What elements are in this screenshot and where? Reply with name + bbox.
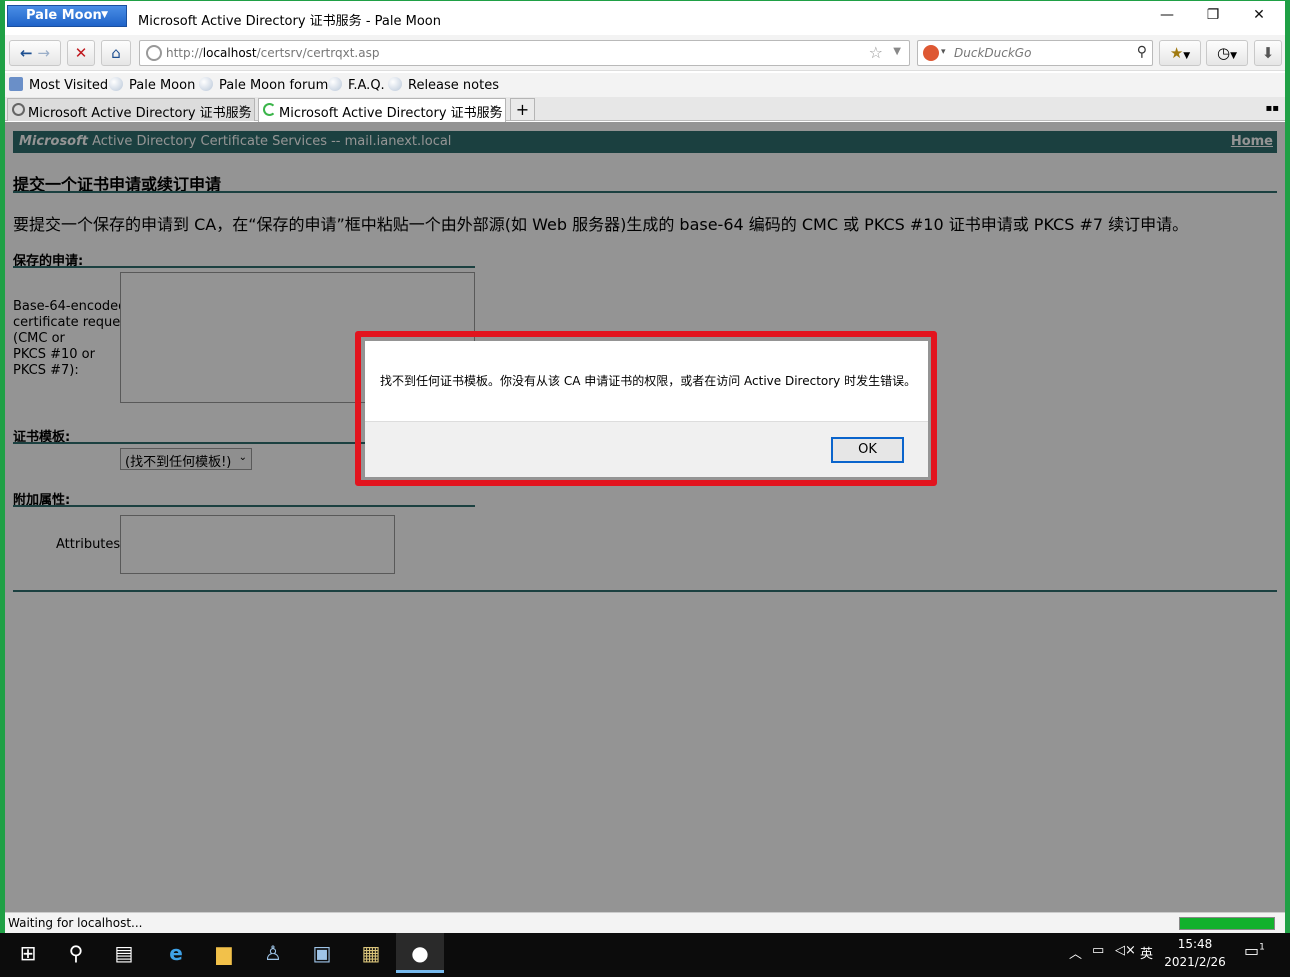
chevron-down-icon: ▼	[1230, 51, 1237, 61]
pale-moon-icon	[328, 77, 342, 91]
navigation-toolbar: ← → ✕ ⌂ http://localhost/certsrv/certrqx…	[5, 35, 1285, 71]
task-view-icon: ▤	[114, 941, 134, 965]
duckduckgo-icon[interactable]	[923, 45, 939, 61]
bookmarks-icon: ★	[1169, 44, 1184, 62]
file-explorer-button[interactable]: ▆	[200, 933, 248, 973]
alert-dialog: 找不到任何证书模板。你没有从该 CA 申请证书的权限，或者在访问 Active …	[365, 341, 928, 477]
bookmarks-toolbar: Most Visited Pale Moon Pale Moon forum F…	[5, 73, 1285, 97]
back-icon[interactable]: ←	[20, 44, 33, 62]
modal-overlay	[5, 122, 1285, 912]
network-icon: ♙	[264, 941, 282, 965]
clock-date: 2021/2/26	[1164, 955, 1226, 969]
back-forward-group: ← →	[9, 40, 61, 66]
internet-explorer-icon: e	[169, 941, 183, 965]
downloads-button[interactable]: ⬇	[1254, 40, 1282, 66]
home-button[interactable]: ⌂	[101, 40, 131, 66]
loading-spinner-icon	[263, 103, 276, 116]
globe-icon	[146, 45, 162, 61]
status-text: Waiting for localhost...	[8, 916, 143, 930]
pale-moon-icon	[199, 77, 213, 91]
pale-moon-icon: ●	[411, 941, 429, 965]
app-menu-button[interactable]: Pale Moon ▼	[7, 5, 127, 27]
clock-time: 15:48	[1177, 937, 1213, 951]
chevron-down-icon: ▼	[1183, 51, 1191, 61]
page-load-progress	[1179, 917, 1275, 930]
ok-button[interactable]: OK	[831, 437, 904, 463]
tab-label: Microsoft Active Directory 证书服务	[28, 106, 252, 121]
close-tab-icon[interactable]: ✕	[238, 102, 248, 116]
certification-authority-button[interactable]: ▣	[298, 933, 346, 973]
bookmark-most-visited[interactable]: Most Visited	[9, 77, 108, 93]
dialog-footer: OK	[365, 421, 928, 477]
tools-icon: ▦	[361, 941, 381, 965]
folder-icon	[9, 77, 23, 91]
restore-button[interactable]: ❐	[1191, 7, 1235, 31]
ime-indicator[interactable]: 英	[1140, 943, 1153, 962]
tab-certsrv-2[interactable]: Microsoft Active Directory 证书服务 ✕	[258, 98, 506, 122]
notification-center-icon[interactable]: ▭1	[1244, 941, 1265, 960]
status-bar: Waiting for localhost...	[5, 912, 1285, 933]
pale-moon-taskbar-button[interactable]: ●	[396, 933, 444, 973]
search-icon[interactable]: ⚲	[1137, 44, 1147, 60]
tab-label: Microsoft Active Directory 证书服务	[279, 106, 503, 121]
tab-strip: Microsoft Active Directory 证书服务 ✕ Micros…	[5, 97, 1285, 122]
alert-message: 找不到任何证书模板。你没有从该 CA 申请证书的权限，或者在访问 Active …	[380, 374, 917, 388]
bookmark-star-icon[interactable]: ☆	[869, 43, 883, 62]
stop-button[interactable]: ✕	[67, 40, 95, 66]
progress-fill	[1180, 918, 1274, 929]
chevron-down-icon: ▼	[101, 10, 108, 20]
volume-muted-icon[interactable]: ◁×	[1115, 943, 1136, 958]
close-tab-icon[interactable]: ✕	[489, 102, 499, 116]
close-button[interactable]: ✕	[1237, 7, 1281, 31]
network-status-icon[interactable]: ▭	[1092, 943, 1104, 958]
title-bar: Pale Moon ▼ Microsoft Active Directory 证…	[5, 1, 1285, 35]
internet-explorer-button[interactable]: e	[152, 933, 200, 973]
download-arrow-icon: ⬇	[1261, 44, 1275, 62]
search-bar[interactable]: ▾ DuckDuckGo ⚲	[917, 40, 1153, 66]
forward-icon[interactable]: →	[37, 44, 50, 62]
search-button[interactable]: ⚲	[52, 933, 100, 973]
chevron-down-icon[interactable]: ▾	[941, 47, 946, 57]
bookmark-faq[interactable]: F.A.Q.	[328, 77, 385, 93]
bookmark-pale-moon-forum[interactable]: Pale Moon forum	[199, 77, 328, 93]
app-menu-label: Pale Moon	[26, 8, 102, 23]
search-icon: ⚲	[68, 941, 84, 965]
search-placeholder[interactable]: DuckDuckGo	[954, 46, 1031, 60]
show-hidden-icons[interactable]: ︿	[1069, 943, 1082, 962]
tab-list-icon[interactable]: ▪▪	[1265, 103, 1279, 114]
address-bar[interactable]: http://localhost/certsrv/certrqxt.asp ☆ …	[139, 40, 910, 66]
server-icon: ▣	[312, 941, 332, 965]
windows-logo-icon: ⊞	[19, 941, 37, 965]
bookmark-release-notes[interactable]: Release notes	[388, 77, 499, 93]
new-tab-button[interactable]: +	[510, 98, 535, 121]
globe-icon	[12, 103, 25, 116]
windows-taskbar: ⊞ ⚲ ▤ e ▆ ♙ ▣ ▦ ● ︿ ▭ ◁× 英 15:48 2021/2/…	[0, 933, 1290, 977]
url-text[interactable]: http://localhost/certsrv/certrqxt.asp	[166, 46, 379, 60]
folder-icon: ▆	[216, 941, 232, 965]
pale-moon-icon	[109, 77, 123, 91]
system-clock[interactable]: 15:48 2021/2/26	[1160, 935, 1230, 971]
clock-icon: ◷	[1216, 44, 1231, 62]
bookmarks-button[interactable]: ★▼	[1159, 40, 1201, 66]
task-view-button[interactable]: ▤	[100, 933, 148, 973]
server-manager-button[interactable]: ♙	[249, 933, 297, 973]
url-dropdown-icon[interactable]: ▼	[893, 46, 901, 57]
minimize-button[interactable]: —	[1145, 7, 1189, 31]
window-title: Microsoft Active Directory 证书服务 - Pale M…	[138, 14, 441, 29]
start-button[interactable]: ⊞	[4, 933, 52, 973]
history-button[interactable]: ◷▼	[1206, 40, 1248, 66]
pale-moon-icon	[388, 77, 402, 91]
tab-certsrv-1[interactable]: Microsoft Active Directory 证书服务 ✕	[7, 98, 255, 121]
admin-tools-button[interactable]: ▦	[347, 933, 395, 973]
bookmark-pale-moon[interactable]: Pale Moon	[109, 77, 195, 93]
